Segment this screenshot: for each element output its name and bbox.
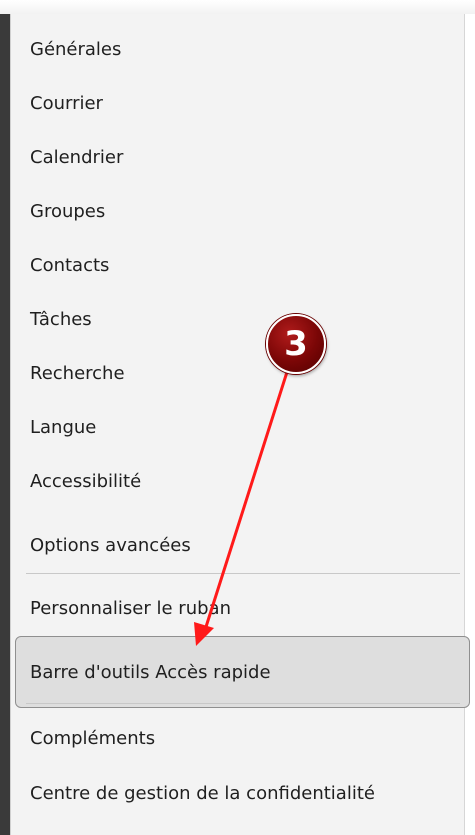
window-top-edge xyxy=(0,0,475,14)
nav-item-complements[interactable]: Compléments xyxy=(30,727,155,751)
nav-item-recherche[interactable]: Recherche xyxy=(30,362,125,386)
window-left-edge xyxy=(0,14,10,835)
nav-item-personnaliser-ruban[interactable]: Personnaliser le ruban xyxy=(30,597,231,621)
nav-item-centre-confidentialite[interactable]: Centre de gestion de la confidentialité xyxy=(30,782,375,806)
nav-item-taches[interactable]: Tâches xyxy=(30,308,92,332)
step-number-badge: 3 xyxy=(266,314,326,374)
nav-item-accessibilite[interactable]: Accessibilité xyxy=(30,470,141,494)
options-window: Générales Courrier Calendrier Groupes Co… xyxy=(0,0,475,835)
nav-item-barre-acces-rapide[interactable]: Barre d'outils Accès rapide xyxy=(30,661,271,685)
nav-item-langue[interactable]: Langue xyxy=(30,416,96,440)
nav-item-calendrier[interactable]: Calendrier xyxy=(30,146,123,170)
section-divider xyxy=(26,703,460,704)
nav-item-options-avancees[interactable]: Options avancées xyxy=(30,534,191,558)
nav-item-contacts[interactable]: Contacts xyxy=(30,254,109,278)
section-divider xyxy=(26,573,460,574)
nav-item-generales[interactable]: Générales xyxy=(30,38,121,62)
nav-item-courrier[interactable]: Courrier xyxy=(30,92,103,116)
window-right-edge xyxy=(465,14,475,835)
nav-item-groupes[interactable]: Groupes xyxy=(30,200,105,224)
